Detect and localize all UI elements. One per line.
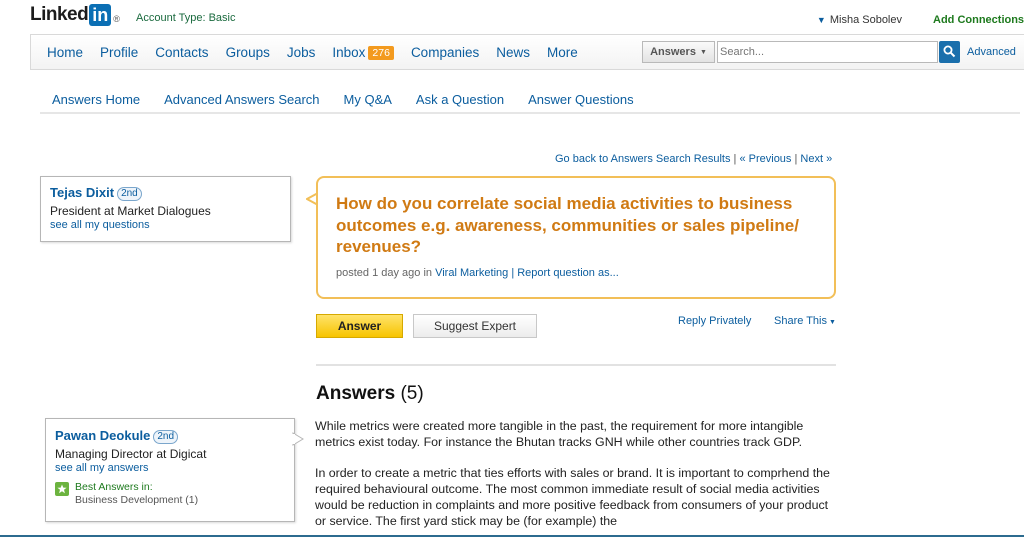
nav-more[interactable]: More [547, 45, 578, 60]
logo-wordmark: Linked [30, 4, 89, 25]
dropdown-arrow-icon: ▼ [699, 48, 707, 56]
speech-pointer-icon [292, 432, 304, 446]
subnav-my-qa[interactable]: My Q&A [344, 92, 392, 107]
section-divider [316, 364, 836, 366]
search-input[interactable] [717, 41, 938, 63]
subnav-advanced-answers-search[interactable]: Advanced Answers Search [164, 92, 319, 107]
suggest-expert-button[interactable]: Suggest Expert [413, 314, 537, 338]
asker-title: President at Market Dialogues [50, 204, 211, 218]
subnav-ask-question[interactable]: Ask a Question [416, 92, 504, 107]
chevron-down-icon: ▼ [816, 15, 826, 25]
report-question-link[interactable]: | Report question as... [511, 267, 618, 279]
question-box: How do you correlate social media activi… [316, 176, 836, 299]
answerer-card: Pawan Deokule 2nd Managing Director at Di… [45, 418, 295, 522]
nav-inbox[interactable]: Inbox 276 [332, 45, 394, 60]
search-button[interactable] [939, 41, 960, 63]
best-answers-category: Business Development (1) [75, 494, 199, 506]
answer-paragraph: While metrics were created more tangible… [315, 419, 804, 450]
previous-link[interactable]: « Previous [739, 153, 791, 165]
asker-card: Tejas Dixit 2nd President at Market Dialo… [40, 176, 291, 242]
connection-degree-badge: 2nd [153, 430, 179, 444]
subnav-answer-questions[interactable]: Answer Questions [528, 92, 634, 107]
inbox-count-badge: 276 [368, 45, 394, 60]
asker-name[interactable]: Tejas Dixit [50, 185, 114, 200]
search-icon [943, 45, 956, 58]
answer-paragraph: In order to create a metric that ties ef… [315, 465, 830, 529]
see-all-answers-link[interactable]: see all my answers [55, 462, 285, 474]
nav-profile[interactable]: Profile [100, 45, 138, 60]
pager-separator: | [733, 153, 737, 165]
question-meta: posted 1 day ago in Viral Marketing | Re… [336, 267, 816, 279]
logo-in-badge: in [89, 4, 112, 26]
best-answers-label: Best Answers in: [75, 481, 153, 493]
nav-jobs[interactable]: Jobs [287, 45, 316, 60]
answers-count: (5) [400, 383, 424, 404]
nav-inbox-label: Inbox [332, 44, 366, 60]
connection-degree-badge: 2nd [117, 187, 142, 201]
reply-privately-link[interactable]: Reply Privately [678, 315, 751, 327]
pager-separator: | [794, 153, 798, 165]
advanced-search-link[interactable]: Advanced [967, 46, 1016, 58]
chevron-down-icon: ▼ [829, 319, 836, 326]
star-icon [55, 482, 69, 496]
best-answers: Best Answers in: Business Development (1… [55, 481, 285, 507]
nav-companies[interactable]: Companies [411, 45, 479, 60]
answer-button[interactable]: Answer [316, 314, 403, 338]
answers-subnav: Answers Home Advanced Answers Search My … [40, 86, 1020, 114]
add-connections-link[interactable]: Add Connections [933, 14, 1024, 26]
user-name: Misha Sobolev [829, 14, 902, 26]
search-scope-label: Answers [650, 46, 696, 58]
nav-contacts[interactable]: Contacts [155, 45, 208, 60]
logo-registered-mark: ® [113, 14, 120, 24]
share-this-link[interactable]: Share This ▼ [774, 315, 836, 327]
answer-body: While metrics were created more tangible… [315, 418, 840, 544]
account-type-label: Account Type: Basic [136, 12, 236, 24]
posted-text: posted 1 day ago in [336, 266, 433, 279]
answers-heading: Answers (5) [316, 383, 424, 405]
answers-heading-label: Answers [316, 383, 396, 404]
go-back-link[interactable]: Go back to Answers Search Results [555, 153, 730, 165]
search-scope-select[interactable]: Answers ▼ [642, 41, 715, 63]
user-menu[interactable]: ▼ Misha Sobolev [817, 14, 902, 26]
share-this-label: Share This [774, 315, 827, 327]
results-pager: Go back to Answers Search Results | « Pr… [555, 153, 832, 165]
linkedin-logo[interactable]: Linked in ® [30, 2, 120, 28]
bottom-border [0, 535, 1024, 537]
see-all-questions-link[interactable]: see all my questions [50, 219, 281, 231]
category-link[interactable]: Viral Marketing [435, 267, 508, 279]
next-link[interactable]: Next » [800, 153, 832, 165]
answerer-title: Managing Director at Digicat [55, 447, 207, 461]
answerer-name[interactable]: Pawan Deokule [55, 428, 150, 443]
nav-groups[interactable]: Groups [226, 45, 270, 60]
main-navigation: Home Profile Contacts Groups Jobs Inbox 2… [30, 34, 1024, 70]
question-text: How do you correlate social media activi… [336, 194, 799, 256]
nav-home[interactable]: Home [47, 45, 83, 60]
nav-news[interactable]: News [496, 45, 530, 60]
subnav-answers-home[interactable]: Answers Home [52, 92, 140, 107]
